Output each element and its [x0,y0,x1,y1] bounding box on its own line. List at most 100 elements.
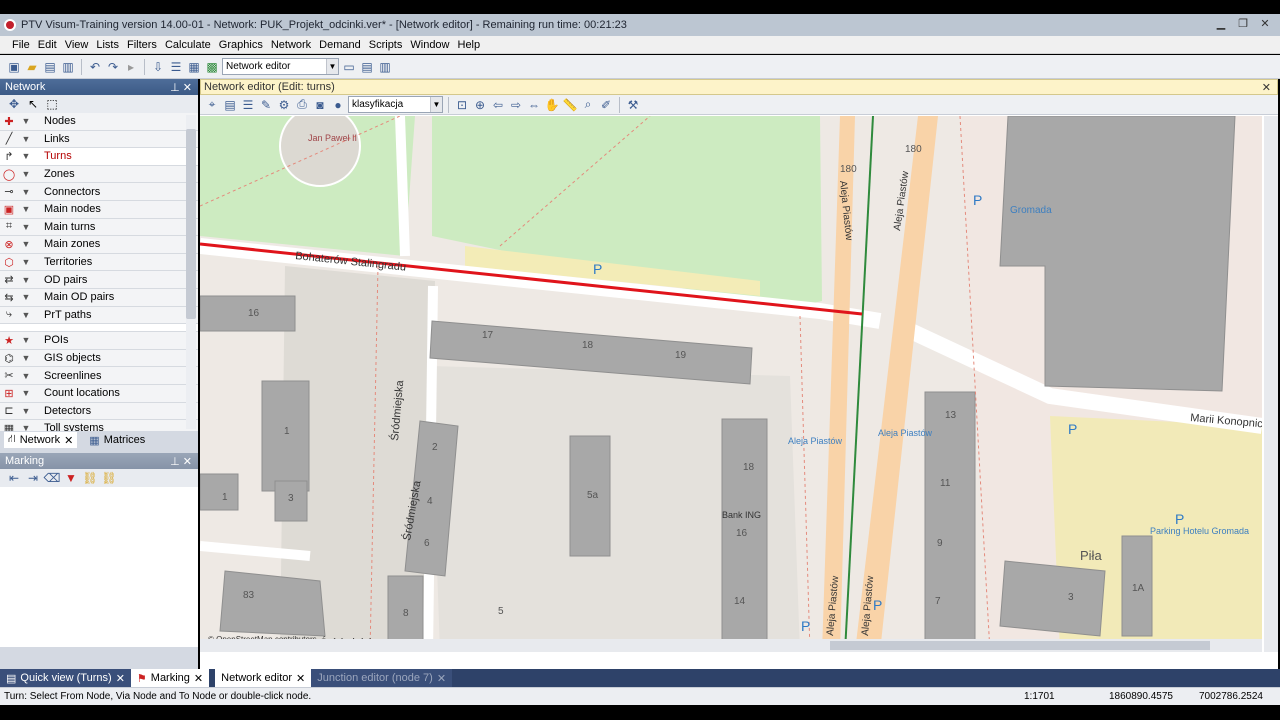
menu-calculate[interactable]: Calculate [161,39,215,51]
options-icon[interactable]: ⚒ [625,97,641,113]
close-icon[interactable]: ✕ [437,672,446,685]
tab-marking[interactable]: ⚑ Marking ✕ [130,669,210,687]
new-file-icon[interactable]: ▣ [6,59,22,75]
save-all-icon[interactable]: ▥ [60,59,76,75]
layer-main-nodes[interactable]: ▣ ▼ Main nodes [0,200,198,219]
filter-icon[interactable]: ▼ [18,310,34,320]
layer-connectors[interactable]: ⊸ ▼ Connectors [0,183,198,201]
layer-turns[interactable]: ↱ ▼ Turns [0,148,198,166]
map-h-scrollbar[interactable] [200,639,1262,652]
layer-count-locations[interactable]: ⊞ ▼ Count locations [0,384,198,403]
filter-icon[interactable]: ▼ [18,116,34,126]
menu-filters[interactable]: Filters [123,39,161,51]
menu-view[interactable]: View [61,39,93,51]
layer-main-od-pairs[interactable]: ⇆ ▼ Main OD pairs [0,288,198,307]
filter-icon[interactable]: ▼ [18,257,34,267]
filter-icon[interactable]: ▼ [18,335,34,345]
layout-vertical-icon[interactable]: ▥ [377,59,393,75]
layer-territories[interactable]: ⬡ ▼ Territories [0,253,198,272]
close-icon[interactable]: ✕ [116,672,125,685]
next-mark-icon[interactable]: ⇥ [25,470,41,486]
layer-detectors[interactable]: ⊏ ▼ Detectors [0,402,198,421]
layer-nodes[interactable]: ✚ ▼ Nodes [0,113,198,131]
edit-icon[interactable]: ✎ [258,97,274,113]
link-mark-icon[interactable]: ⛓ [82,470,98,486]
layer-main-zones[interactable]: ⊗ ▼ Main zones [0,236,198,254]
map-canvas[interactable]: Jan Paweł II Bohaterów Stalingradu Śródm… [200,116,1262,652]
menu-edit[interactable]: Edit [34,39,61,51]
minimize-icon[interactable]: ▁ [1212,16,1230,32]
filter-icon[interactable]: ▼ [18,204,34,214]
map-view-icon[interactable]: ▩ [204,59,220,75]
filter-icon[interactable]: ▼ [18,151,34,161]
chevron-down-icon[interactable]: ▼ [430,97,442,112]
filter-icon[interactable]: ▼ [18,222,34,232]
scroll-thumb[interactable] [186,129,196,319]
open-folder-icon[interactable]: ▰ [24,59,40,75]
classification-select[interactable]: klasyfikacja ▼ [348,96,443,113]
menu-scripts[interactable]: Scripts [365,39,407,51]
menu-window[interactable]: Window [406,39,453,51]
select-rect-icon[interactable]: ⬚ [44,96,60,112]
layer-zones[interactable]: ◯ ▼ Zones [0,165,198,184]
pin-close-icons[interactable]: ⊥ ✕ [170,81,192,94]
save-icon[interactable]: ▤ [42,59,58,75]
menu-graphics[interactable]: Graphics [215,39,267,51]
filter-icon[interactable]: ▼ [18,406,34,416]
delete-icon[interactable]: ⌫ [44,470,61,486]
menu-help[interactable]: Help [454,39,485,51]
layer-toll-systems[interactable]: ▦ ▼ Toll systems [0,420,198,431]
menu-demand[interactable]: Demand [315,39,365,51]
zoom-all-icon[interactable]: ⇔ [526,97,542,113]
import-icon[interactable]: ⇩ [150,59,166,75]
binoculars-icon[interactable]: ⌖ [204,97,220,113]
layer-links[interactable]: ╱ ▼ Links [0,130,198,149]
scroll-thumb[interactable] [830,641,1210,650]
filter-icon[interactable]: ▼ [18,187,34,197]
map-v-scrollbar[interactable] [1264,116,1278,652]
filter-mark-icon[interactable]: ▼ [63,470,79,486]
tab-network-editor[interactable]: Network editor ✕ [215,669,312,687]
close-icon[interactable]: ✕ [194,672,203,685]
layer-pois[interactable]: ★ ▼ POIs [0,332,198,350]
zoom-in-icon[interactable]: ⊕ [472,97,488,113]
tab-matrices[interactable]: ▦ Matrices [85,433,149,448]
close-icon[interactable]: ✕ [1256,16,1274,32]
pan-icon[interactable]: ✋ [544,97,560,113]
list-icon[interactable]: ☰ [168,59,184,75]
screenshot-icon[interactable]: ◙ [312,97,328,113]
zoom-window-icon[interactable]: ⊡ [454,97,470,113]
settings-icon[interactable]: ⚙ [276,97,292,113]
play-icon[interactable]: ▸ [123,59,139,75]
pointer-icon[interactable]: ↖ [25,96,41,112]
find-icon[interactable]: ⌕ [580,97,596,113]
move-icon[interactable]: ✥ [6,96,22,112]
filter-icon[interactable]: ▼ [18,423,34,431]
globe-icon[interactable]: ● [330,97,346,113]
map-svg[interactable]: Jan Paweł II Bohaterów Stalingradu Śródm… [200,116,1262,652]
filter-icon[interactable]: ▼ [18,388,34,398]
marking-list[interactable] [0,487,198,647]
layout-horizontal-icon[interactable]: ▤ [359,59,375,75]
filter-icon[interactable]: ▼ [18,239,34,249]
layer-main-turns[interactable]: ⌗ ▼ Main turns [0,218,198,237]
pin-close-icons[interactable]: ⊥ ✕ [170,455,192,468]
undo-icon[interactable]: ↶ [87,59,103,75]
back-icon[interactable]: ⇦ [490,97,506,113]
filter-icon[interactable]: ▼ [18,134,34,144]
tab-quick-view[interactable]: ▤ Quick view (Turns) ✕ [0,669,131,687]
view-select[interactable]: Network editor ▼ [222,58,339,75]
close-icon[interactable]: ✕ [1262,81,1271,94]
filter-icon[interactable]: ▼ [18,371,34,381]
graphic-params-icon[interactable]: ▦ [186,59,202,75]
filter-icon[interactable]: ▼ [18,353,34,363]
prev-mark-icon[interactable]: ⇤ [6,470,22,486]
filter-icon[interactable]: ▼ [18,292,34,302]
filter-icon[interactable]: ▼ [18,169,34,179]
table-icon[interactable]: ▤ [222,97,238,113]
layer-prt-paths[interactable]: ⤷ ▼ PrT paths [0,306,198,325]
layer-screenlines[interactable]: ✂ ▼ Screenlines [0,367,198,385]
menu-network[interactable]: Network [267,39,315,51]
restore-icon[interactable]: ❐ [1234,16,1252,32]
layers-icon[interactable]: ☰ [240,97,256,113]
